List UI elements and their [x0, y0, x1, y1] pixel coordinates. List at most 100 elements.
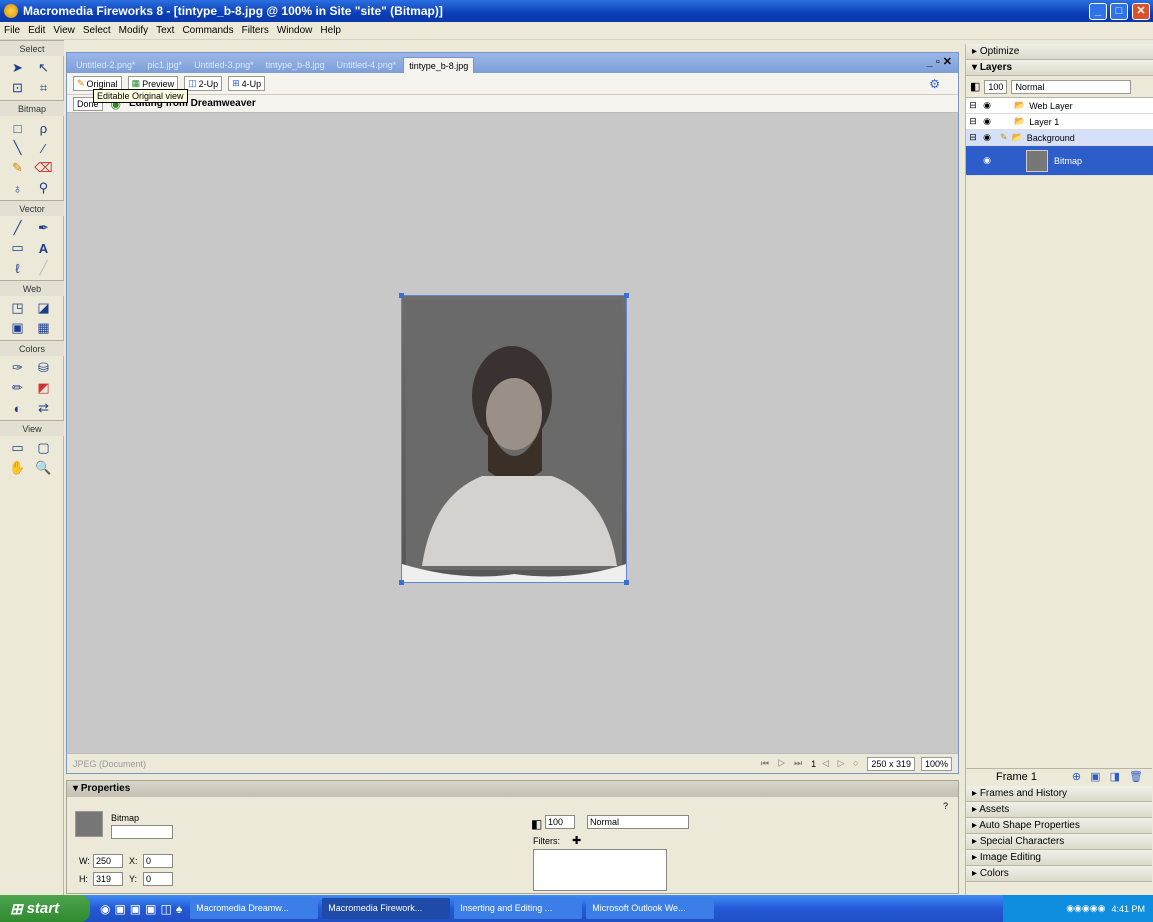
zoom-select[interactable]: 100% [920, 756, 952, 771]
x-field[interactable]: 0 [143, 854, 173, 868]
knife-tool-icon[interactable]: ╱ [34, 259, 54, 277]
resize-handle[interactable] [624, 293, 629, 298]
properties-header[interactable]: ▾ Properties [67, 781, 958, 797]
rubber-stamp-icon[interactable]: ⚲ [34, 179, 54, 197]
lasso-tool-icon[interactable]: ρ [34, 119, 54, 137]
add-filter-icon[interactable]: ✚ [572, 834, 581, 847]
text-tool-icon[interactable]: A [34, 239, 54, 257]
quick-launch-icons[interactable]: ◉▣▣▣◫♠ [100, 902, 186, 916]
panel-header[interactable]: ▸ Colors [966, 866, 1152, 882]
zoom-tool-icon[interactable]: 🔍 [34, 459, 54, 477]
menu-modify[interactable]: Modify [119, 25, 148, 36]
layer-row[interactable]: ⊟ ◉ 📂 Web Layer [966, 98, 1153, 114]
help-icon[interactable]: ? [943, 801, 948, 811]
menu-help[interactable]: Help [320, 25, 341, 36]
doc-tab[interactable]: tintype_b-8.jpg [261, 57, 330, 73]
frame-label[interactable]: Frame 1 [996, 771, 1037, 783]
menu-select[interactable]: Select [83, 25, 111, 36]
layer-row[interactable]: ⊟ ◉ 📂 Layer 1 [966, 114, 1153, 130]
slice-tool-icon[interactable]: ◪ [34, 299, 54, 317]
hotspot-tool-icon[interactable]: ◳ [8, 299, 28, 317]
optimize-panel-header[interactable]: ▸ Optimize [966, 44, 1153, 60]
pencil-tool-icon[interactable]: ✎ [8, 159, 28, 177]
eye-icon[interactable]: ◉ [980, 116, 994, 127]
width-field[interactable]: 250 [93, 854, 123, 868]
minimize-button[interactable]: _ [1089, 3, 1107, 20]
opacity-field[interactable]: 100 [545, 815, 575, 829]
tray-icons[interactable]: ◉◉◉◉◉ [1066, 903, 1105, 914]
task-button[interactable]: Macromedia Dreamw... [190, 898, 319, 919]
brush-tool-icon[interactable]: ∕ [34, 139, 54, 157]
paint-bucket-icon[interactable]: ⛁ [34, 359, 54, 377]
eyedropper-icon[interactable]: ✑ [8, 359, 28, 377]
expand-icon[interactable]: ⊟ [966, 132, 980, 143]
subselect-tool-icon[interactable]: ↖ [34, 59, 54, 77]
doc-window-controls[interactable]: _ ▫ ✕ [927, 55, 952, 68]
resize-handle[interactable] [399, 293, 404, 298]
menu-view[interactable]: View [53, 25, 75, 36]
freeform-tool-icon[interactable]: ℓ [8, 259, 28, 277]
line-tool-icon[interactable]: ╱ [8, 219, 28, 237]
scale-tool-icon[interactable]: ⊡ [8, 79, 28, 97]
layers-panel-header[interactable]: ▾ Layers [966, 60, 1153, 76]
menu-text[interactable]: Text [156, 25, 174, 36]
swap-colors-icon[interactable]: ⇄ [34, 399, 54, 417]
layer-row[interactable]: ⊟ ◉ ✎ 📂 Background [966, 130, 1153, 146]
close-button[interactable]: ✕ [1132, 3, 1150, 20]
blend-mode-select[interactable]: Normal [587, 815, 689, 829]
task-button[interactable]: Microsoft Outlook We... [586, 898, 715, 919]
show-slices-icon[interactable]: ▦ [34, 319, 54, 337]
default-colors-icon[interactable]: ◐ [8, 399, 28, 417]
panel-header[interactable]: ▸ Image Editing [966, 850, 1152, 866]
eye-icon[interactable]: ◉ [980, 155, 994, 166]
pen-tool-icon[interactable]: ✒ [34, 219, 54, 237]
doc-dimensions[interactable]: 250 x 319 [867, 756, 915, 771]
menu-window[interactable]: Window [277, 25, 313, 36]
panel-header[interactable]: ▸ Frames and History [966, 786, 1152, 802]
magic-wand-icon[interactable]: ╲ [8, 139, 28, 157]
object-name-field[interactable] [111, 825, 173, 839]
eraser-tool-icon[interactable]: ⌫ [34, 159, 54, 177]
doc-tab[interactable]: Untitled-3.png* [189, 57, 259, 73]
height-field[interactable]: 319 [93, 872, 123, 886]
start-button[interactable]: ⊞ start [0, 895, 90, 922]
menu-filters[interactable]: Filters [242, 25, 269, 36]
panel-header[interactable]: ▸ Assets [966, 802, 1152, 818]
frame-step-controls[interactable]: ◁ ▷ ○ [822, 758, 861, 769]
layer-blend-select[interactable]: Normal [1011, 79, 1132, 94]
task-button[interactable]: Inserting and Editing ... [454, 898, 583, 919]
menu-commands[interactable]: Commands [182, 25, 233, 36]
doc-tab[interactable]: Untitled-4.png* [332, 57, 402, 73]
filters-list[interactable] [533, 849, 667, 891]
canvas[interactable] [67, 113, 958, 753]
pointer-tool-icon[interactable]: ➤ [8, 59, 28, 77]
tintype-photo[interactable] [399, 293, 629, 585]
rectangle-tool-icon[interactable]: ▭ [8, 239, 28, 257]
maximize-button[interactable]: □ [1110, 3, 1128, 20]
4up-view-button[interactable]: ⊞ 4-Up [228, 76, 266, 91]
menu-file[interactable]: File [4, 25, 20, 36]
layer-opacity-field[interactable]: 100 [984, 79, 1008, 94]
layer-action-icons[interactable]: ⊕ ▣ ◨ 🗑 [1072, 770, 1146, 783]
eye-icon[interactable]: ◉ [980, 100, 994, 111]
resize-handle[interactable] [399, 580, 404, 585]
screen-mode-icon[interactable]: ▭ [8, 439, 28, 457]
blur-tool-icon[interactable]: ♁ [8, 179, 28, 197]
y-field[interactable]: 0 [143, 872, 173, 886]
crop-tool-icon[interactable]: ⌗ [34, 79, 54, 97]
hide-slices-icon[interactable]: ▣ [8, 319, 28, 337]
panel-header[interactable]: ▸ Auto Shape Properties [966, 818, 1152, 834]
layer-row-selected[interactable]: ◉ Bitmap [966, 146, 1153, 176]
page-preview-icon[interactable]: ⚙ [929, 77, 940, 91]
task-button-active[interactable]: Macromedia Firework... [322, 898, 451, 919]
doc-tab[interactable]: Untitled-2.png* [71, 57, 141, 73]
expand-icon[interactable]: ⊟ [966, 100, 980, 111]
eye-icon[interactable]: ◉ [980, 132, 994, 143]
doc-tab[interactable]: pic1.jpg* [143, 57, 188, 73]
menu-edit[interactable]: Edit [28, 25, 45, 36]
2up-view-button[interactable]: ◫ 2-Up [184, 76, 223, 91]
fill-color-icon[interactable]: ◩ [34, 379, 54, 397]
resize-handle[interactable] [624, 580, 629, 585]
marquee-tool-icon[interactable]: □ [8, 119, 28, 137]
full-screen-icon[interactable]: ▢ [34, 439, 54, 457]
